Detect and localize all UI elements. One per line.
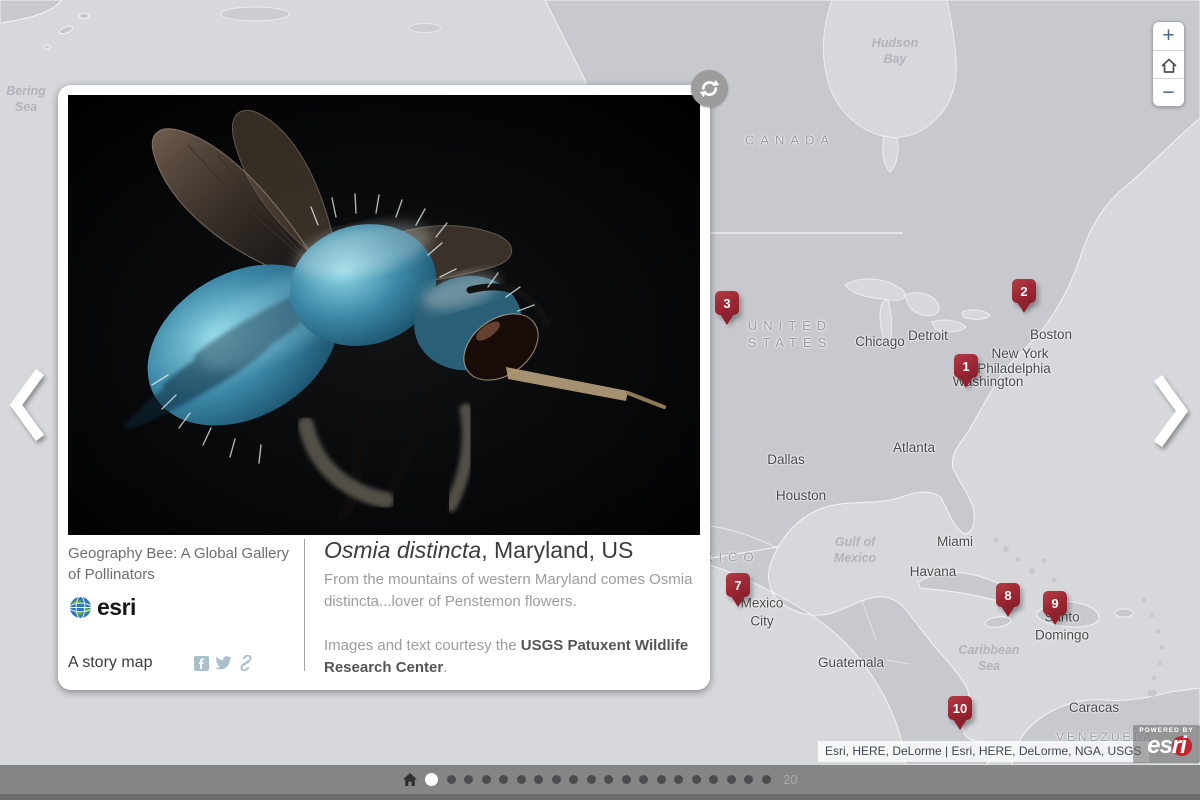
species-name: Osmia distincta xyxy=(324,537,481,563)
map-marker-label: 2 xyxy=(1012,279,1036,303)
refresh-icon xyxy=(697,76,722,101)
slide-title: Osmia distincta, Maryland, US xyxy=(324,535,700,565)
pagination-dot-3[interactable] xyxy=(464,775,473,784)
map-marker-tip xyxy=(953,719,967,730)
pagination-dots xyxy=(425,773,771,786)
map-marker-label: 8 xyxy=(996,583,1020,607)
map-marker-label: 3 xyxy=(715,291,739,315)
pagination-dot-15[interactable] xyxy=(674,775,683,784)
pagination-dot-14[interactable] xyxy=(657,775,666,784)
map-attribution: Esri, HERE, DeLorme | Esri, HERE, DeLorm… xyxy=(818,741,1149,762)
pagination-home-button[interactable] xyxy=(403,773,417,786)
pagination-dot-12[interactable] xyxy=(622,775,631,784)
next-slide-button[interactable] xyxy=(1150,372,1192,450)
pagination-dot-17[interactable] xyxy=(709,775,718,784)
prev-slide-button[interactable] xyxy=(6,366,48,444)
map-marker-tip xyxy=(1001,606,1015,617)
map-marker-8[interactable]: 8 xyxy=(996,583,1020,617)
map-marker-tip xyxy=(731,596,745,607)
pagination-dot-8[interactable] xyxy=(552,775,561,784)
powered-by-esri-logo[interactable]: POWERED BY esri xyxy=(1133,725,1200,763)
pagination-bar-edge xyxy=(0,794,1200,800)
home-icon xyxy=(403,773,417,786)
map-marker-tip xyxy=(959,377,973,388)
story-card: Geography Bee: A Global Gallery of Polli… xyxy=(58,85,710,690)
link-icon xyxy=(238,655,254,671)
pagination-dot-10[interactable] xyxy=(587,775,596,784)
credit-suffix: . xyxy=(443,659,447,676)
slide-description: From the mountains of western Maryland c… xyxy=(324,569,700,613)
zoom-out-button[interactable]: − xyxy=(1153,78,1184,106)
map-marker-label: 1 xyxy=(954,354,978,378)
story-map-label: A story map xyxy=(68,654,152,672)
map-marker-2[interactable]: 2 xyxy=(1012,279,1036,313)
slide-image xyxy=(68,95,700,535)
pagination-dot-11[interactable] xyxy=(604,775,613,784)
share-link-button[interactable] xyxy=(238,655,254,671)
pagination-dot-7[interactable] xyxy=(534,775,543,784)
map-marker-label: 10 xyxy=(948,696,972,720)
bee-photo xyxy=(68,95,700,535)
slide-location: , Maryland, US xyxy=(481,537,633,563)
map-marker-10[interactable]: 10 xyxy=(948,696,972,730)
twitter-icon xyxy=(215,656,232,671)
share-facebook-button[interactable] xyxy=(194,656,209,671)
map-marker-9[interactable]: 9 xyxy=(1043,591,1067,625)
share-twitter-button[interactable] xyxy=(215,656,232,671)
refresh-button[interactable] xyxy=(691,70,728,107)
map-marker-tip xyxy=(720,314,734,325)
facebook-icon xyxy=(194,656,209,671)
card-divider xyxy=(304,539,305,671)
pagination-count: 20 xyxy=(783,772,797,787)
pagination-dot-4[interactable] xyxy=(482,775,491,784)
esri-globe-icon xyxy=(68,595,93,620)
pagination-dot-19[interactable] xyxy=(744,775,753,784)
chevron-left-icon xyxy=(6,366,48,444)
pagination-dot-6[interactable] xyxy=(517,775,526,784)
map-marker-3[interactable]: 3 xyxy=(715,291,739,325)
map-zoom-control: + − xyxy=(1152,21,1185,107)
map-marker-tip xyxy=(1017,302,1031,313)
home-icon xyxy=(1159,56,1179,76)
map-marker-label: 9 xyxy=(1043,591,1067,615)
chevron-right-icon xyxy=(1150,372,1192,450)
home-extent-button[interactable] xyxy=(1153,50,1184,78)
pagination-dot-2[interactable] xyxy=(447,775,456,784)
pagination-dot-9[interactable] xyxy=(569,775,578,784)
map-marker-1[interactable]: 1 xyxy=(954,354,978,388)
pagination-dot-5[interactable] xyxy=(499,775,508,784)
map-marker-tip xyxy=(1048,614,1062,625)
esri-wordmark: esri xyxy=(97,594,136,621)
pagination-dot-16[interactable] xyxy=(692,775,701,784)
credit-prefix: Images and text courtesy the xyxy=(324,637,521,654)
pagination-dot-18[interactable] xyxy=(727,775,736,784)
map-marker-7[interactable]: 7 xyxy=(726,573,750,607)
map-marker-label: 7 xyxy=(726,573,750,597)
esri-logo-row[interactable]: esri xyxy=(68,594,290,621)
story-title[interactable]: Geography Bee: A Global Gallery of Polli… xyxy=(68,543,290,585)
card-footer: Geography Bee: A Global Gallery of Polli… xyxy=(68,535,700,678)
zoom-in-button[interactable]: + xyxy=(1153,22,1184,50)
pagination-dot-20[interactable] xyxy=(762,775,771,784)
esri-logo: esri xyxy=(1133,734,1200,758)
pagination-bar: 20 xyxy=(0,765,1200,800)
slide-credit: Images and text courtesy the USGS Patuxe… xyxy=(324,635,700,679)
pagination-dot-13[interactable] xyxy=(639,775,648,784)
pagination-dot-1[interactable] xyxy=(425,773,438,786)
